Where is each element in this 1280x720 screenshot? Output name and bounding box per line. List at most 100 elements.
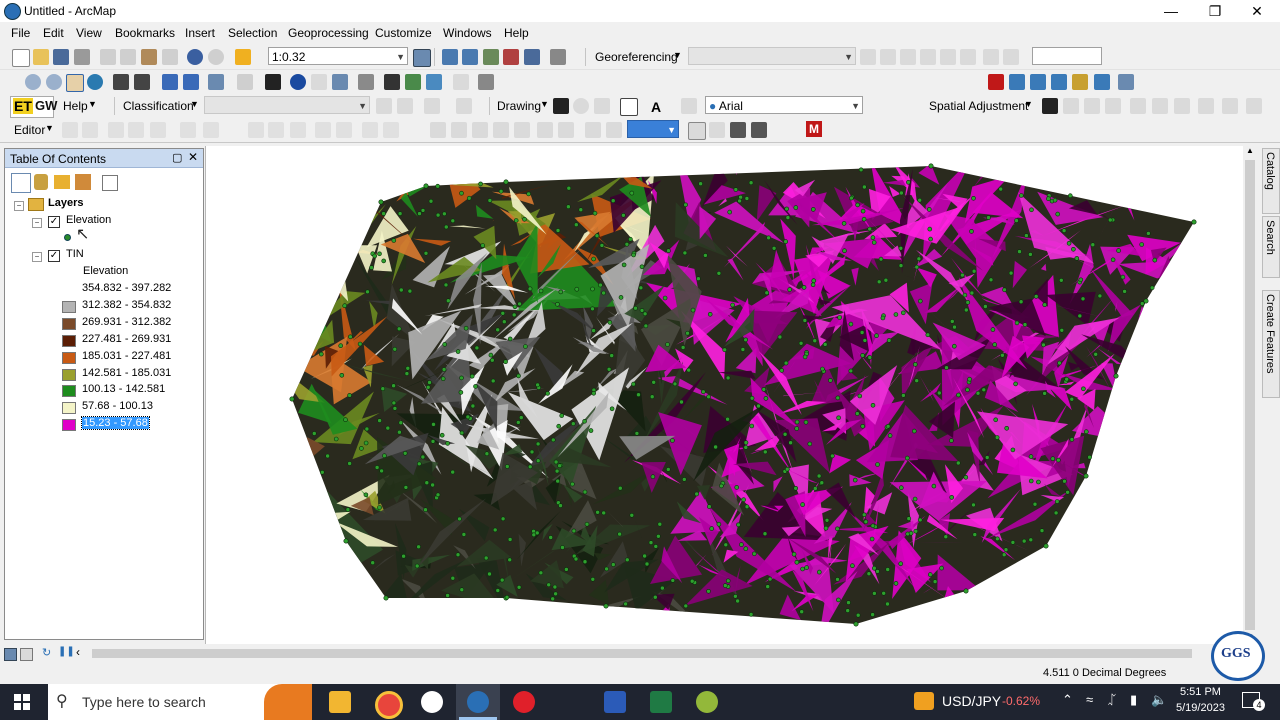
georeferencing-chevron-icon[interactable]: ▼ [673,50,682,60]
menu-geoprocessing[interactable]: Geoprocessing [288,26,369,40]
legend-class-label[interactable]: 227.481 - 269.931 [82,333,171,345]
open-folder-icon[interactable] [33,49,49,65]
callout-icon[interactable] [681,98,697,114]
legend-class-label[interactable]: 142.581 - 185.031 [82,367,171,379]
save-icon[interactable] [53,49,69,65]
legend-swatch[interactable] [62,300,76,313]
legend-class-label[interactable]: 100.13 - 142.581 [82,383,165,395]
catalog-window-icon[interactable] [462,49,478,65]
tool-blue-3-icon[interactable] [1051,74,1067,90]
legend-swatch[interactable] [62,419,76,432]
maps-pin-icon[interactable] [421,691,443,713]
drawing-dropdown[interactable]: Drawing [497,99,541,113]
chrome-icon[interactable] [375,691,403,719]
list-by-drawing-order-icon[interactable] [11,173,31,193]
html-popup-icon[interactable] [332,74,348,90]
pause-icon[interactable]: ❚❚ [58,646,75,657]
menu-insert[interactable]: Insert [185,26,215,40]
legend-class-label[interactable]: 185.031 - 227.481 [82,350,171,362]
tool-layers-icon[interactable] [1118,74,1134,90]
scroll-up-icon[interactable]: ▲ [1246,146,1254,155]
menu-view[interactable]: View [76,26,102,40]
excel-icon[interactable] [650,691,672,713]
table-of-contents-icon[interactable] [442,49,458,65]
elevation-collapse-icon[interactable]: − [32,218,42,228]
legend-class-label[interactable]: 57.68 - 100.13 [82,400,153,412]
find-binoculars-icon[interactable] [384,74,400,90]
legend-class-label[interactable]: 269.931 - 312.382 [82,316,171,328]
elevation-layer-checkbox[interactable]: ✓ [48,216,60,228]
layers-collapse-icon[interactable]: − [14,201,24,211]
list-by-visibility-icon[interactable] [54,175,70,189]
refresh-icon[interactable]: ↻ [42,646,51,659]
scroll-left-icon[interactable]: ‹ [76,645,80,659]
measure-icon[interactable] [358,74,374,90]
georef-layer-combo[interactable]: ▼ [688,47,856,65]
toc-options-icon[interactable] [102,175,118,191]
menu-file[interactable]: File [11,26,30,40]
windows-start-icon[interactable] [14,694,30,710]
create-features-tab[interactable]: Create Features [1262,290,1280,398]
legend-class-label[interactable]: 312.382 - 354.832 [82,299,171,311]
taskbar-time[interactable]: 5:51 PM [1180,686,1221,698]
legend-class-label[interactable]: 15.23 - 57.68 [81,416,150,431]
taskbar-date[interactable]: 5/19/2023 [1176,702,1225,714]
time-slider-icon[interactable] [453,74,469,90]
tool-blue-4-icon[interactable] [1094,74,1110,90]
help-chevron-icon[interactable]: ▼ [88,99,97,109]
search-tab[interactable]: Search [1262,216,1280,278]
map-scale-combo[interactable]: 1:0.32 ▼ [268,47,408,65]
tin-surface[interactable] [206,146,1244,644]
back-arrow-icon[interactable] [162,74,178,90]
arcmap-taskbar-item[interactable] [456,684,500,720]
tin-collapse-icon[interactable]: − [32,252,42,262]
editor-chevron-icon[interactable]: ▼ [45,123,54,133]
legend-swatch[interactable] [62,284,76,296]
spatial-adjustment-chevron-icon[interactable]: ▼ [1024,99,1033,109]
wifi-icon[interactable]: ≈ [1086,692,1093,707]
text-tool-icon[interactable]: A [651,99,661,115]
battery-icon[interactable]: ▮ [1130,692,1137,708]
legend-swatch[interactable] [62,351,76,364]
delete-icon[interactable] [162,49,178,65]
redo-icon[interactable] [208,49,224,65]
search-window-icon[interactable] [483,49,499,65]
volume-icon[interactable]: 🔈 [1151,692,1167,708]
zoom-out-icon[interactable] [46,74,62,90]
classification-combo[interactable]: ▼ [204,96,370,114]
layout-view-icon[interactable] [20,648,33,661]
identify-icon[interactable] [290,74,306,90]
map-horizontal-scrollbar[interactable] [90,646,1200,660]
zoom-in-icon[interactable] [25,74,41,90]
spatial-select-arrow-icon[interactable] [1042,98,1058,114]
drawing-chevron-icon[interactable]: ▼ [540,99,549,109]
menu-bookmarks[interactable]: Bookmarks [115,26,175,40]
legend-swatch[interactable] [62,368,76,381]
fixed-zoom-in-icon[interactable] [113,74,129,90]
tin-combo[interactable]: ▼ [627,120,679,138]
rotate-icon[interactable] [573,98,589,114]
font-combo[interactable]: ● Arial ▼ [705,96,863,114]
minimize-button[interactable]: — [1148,0,1194,22]
pan-hand-icon[interactable] [66,74,84,92]
tool-yellow-icon[interactable] [1072,74,1088,90]
layout-tool-2-icon[interactable] [709,122,725,138]
m-tool-button[interactable]: M [806,121,822,137]
legend-swatch[interactable] [62,402,76,415]
list-by-selection-icon[interactable] [75,174,91,190]
paste-icon[interactable] [141,49,157,65]
tool-red-square-icon[interactable] [988,74,1004,90]
editor-dropdown[interactable]: Editor [14,123,45,137]
georef-input[interactable] [1032,47,1102,65]
viewer-window-icon[interactable] [478,74,494,90]
list-by-source-icon[interactable] [34,174,48,190]
tin-layer-checkbox[interactable]: ✓ [48,250,60,262]
classification-chevron-icon[interactable]: ▼ [190,99,199,109]
toc-close-icon[interactable]: ✕ [188,150,198,164]
toc-autohide-icon[interactable]: ▢ [172,151,182,164]
legend-swatch[interactable] [62,334,76,347]
select-elements-arrow-icon[interactable] [265,74,281,90]
layout-tool-3-icon[interactable] [730,122,746,138]
menu-customize[interactable]: Customize [375,26,432,40]
new-document-icon[interactable] [12,49,30,67]
